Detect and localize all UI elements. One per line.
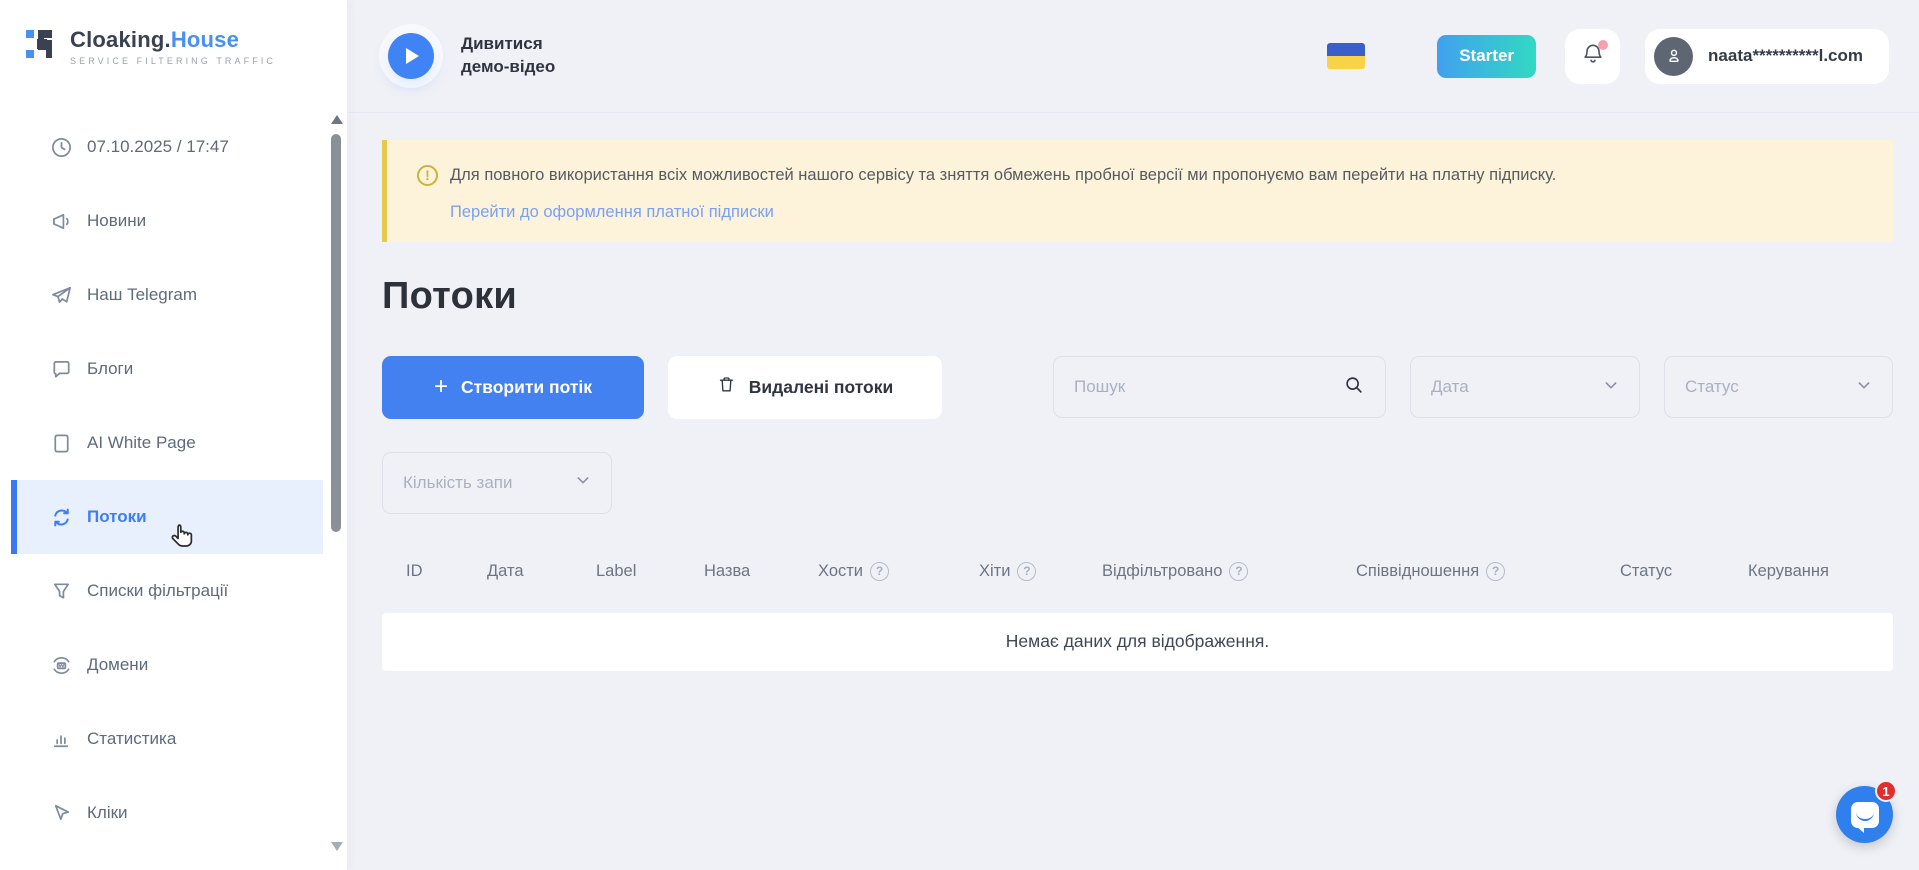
sidebar-item-filter-lists[interactable]: Списки фільтрації — [11, 554, 323, 628]
plan-starter-button[interactable]: Starter — [1437, 35, 1536, 78]
language-flag-ukraine[interactable] — [1327, 43, 1365, 69]
play-icon — [406, 48, 419, 64]
trash-icon — [717, 374, 736, 400]
actions-row: + Створити потік Видалені потоки — [382, 356, 1893, 419]
scrollbar-thumb[interactable] — [331, 134, 341, 532]
column-filtered: Відфільтровано? — [1102, 562, 1248, 581]
chevron-down-icon — [575, 472, 591, 493]
per-page-select[interactable]: Кількість запи — [382, 452, 612, 514]
user-account-button[interactable]: naata**********l.com — [1645, 29, 1889, 84]
scroll-up-arrow-icon[interactable] — [331, 115, 343, 124]
main-area: Дивитися демо-відео Starter — [348, 0, 1919, 870]
domain-icon — [49, 653, 73, 677]
logo-title: Cloaking.House — [70, 27, 276, 53]
content: ! Для повного використання всіх можливос… — [348, 113, 1919, 671]
streams-sync-icon — [49, 505, 73, 529]
column-hosts: Хости? — [818, 562, 889, 581]
search-field[interactable] — [1053, 356, 1386, 418]
plus-icon: + — [434, 375, 448, 399]
help-icon[interactable]: ? — [1017, 562, 1036, 581]
sidebar-item-streams[interactable]: Потоки — [11, 480, 323, 554]
column-actions: Керування — [1748, 562, 1829, 581]
column-id: ID — [406, 562, 423, 581]
banner-text: Для повного використання всіх можливосте… — [450, 163, 1556, 189]
notifications-button[interactable] — [1565, 29, 1620, 84]
page-icon — [49, 431, 73, 455]
search-input[interactable] — [1074, 377, 1343, 397]
sidebar: Cloaking.House SERVICE FILTERING TRAFFIC… — [0, 0, 348, 870]
logo[interactable]: Cloaking.House SERVICE FILTERING TRAFFIC — [0, 0, 347, 67]
column-name: Назва — [704, 562, 750, 581]
chat-widget-button[interactable]: 1 — [1836, 786, 1893, 843]
trial-warning-banner: ! Для повного використання всіх можливос… — [382, 140, 1893, 242]
create-stream-button[interactable]: + Створити потік — [382, 356, 644, 419]
sidebar-item-ai-white-page[interactable]: AI White Page — [11, 406, 323, 480]
logo-icon — [24, 26, 60, 67]
cursor-icon — [49, 801, 73, 825]
streams-table-header: ID Дата Label Назва Хости? Хіти? Відфіль… — [382, 548, 1893, 597]
sidebar-scrollbar[interactable] — [330, 112, 342, 870]
chevron-down-icon — [1856, 377, 1872, 398]
bar-chart-icon — [49, 727, 73, 751]
demo-video-label[interactable]: Дивитися демо-відео — [461, 33, 555, 79]
sidebar-item-news[interactable]: Новини — [11, 184, 323, 258]
column-ratio: Співвідношення? — [1356, 562, 1505, 581]
help-icon[interactable]: ? — [1486, 562, 1505, 581]
scroll-down-arrow-icon[interactable] — [331, 842, 343, 851]
logo-tagline: SERVICE FILTERING TRAFFIC — [70, 56, 276, 66]
upgrade-subscription-link[interactable]: Перейти до оформлення платної підписки — [450, 203, 774, 222]
page-title: Потоки — [382, 275, 1893, 318]
clock-icon — [49, 135, 73, 159]
column-label: Label — [596, 562, 636, 581]
chat-bubble-icon — [1851, 802, 1879, 828]
telegram-icon — [49, 283, 73, 307]
sidebar-item-statistics[interactable]: Статистика — [11, 702, 323, 776]
date-filter-select[interactable]: Дата — [1410, 356, 1640, 418]
sidebar-item-clicks[interactable]: Кліки — [11, 776, 323, 850]
sidebar-item-date[interactable]: 07.10.2025 / 17:47 — [11, 110, 323, 184]
help-icon[interactable]: ? — [1229, 562, 1248, 581]
topbar: Дивитися демо-відео Starter — [348, 0, 1919, 113]
sidebar-item-telegram[interactable]: Наш Telegram — [11, 258, 323, 332]
user-email: naata**********l.com — [1708, 46, 1863, 66]
search-icon — [1343, 374, 1365, 401]
status-filter-select[interactable]: Статус — [1664, 356, 1893, 418]
funnel-icon — [49, 579, 73, 603]
sidebar-item-domains[interactable]: Домени — [11, 628, 323, 702]
per-page-row: Кількість запи — [382, 452, 1893, 514]
avatar — [1654, 37, 1693, 76]
warning-icon: ! — [417, 165, 438, 186]
column-hits: Хіти? — [979, 562, 1036, 581]
megaphone-icon — [49, 209, 73, 233]
notification-dot — [1598, 40, 1608, 50]
chevron-down-icon — [1603, 377, 1619, 398]
chat-bubble-icon — [49, 357, 73, 381]
deleted-streams-button[interactable]: Видалені потоки — [668, 356, 942, 419]
demo-video-play-button[interactable] — [388, 33, 434, 79]
column-status: Статус — [1620, 562, 1672, 581]
help-icon[interactable]: ? — [870, 562, 889, 581]
app-root: Cloaking.House SERVICE FILTERING TRAFFIC… — [0, 0, 1919, 870]
sidebar-nav: 07.10.2025 / 17:47 Новини Наш Telegram Б… — [0, 110, 347, 850]
column-date: Дата — [487, 562, 524, 581]
table-empty-state: Немає даних для відображення. — [382, 613, 1893, 671]
sidebar-item-blogs[interactable]: Блоги — [11, 332, 323, 406]
chat-unread-badge: 1 — [1875, 780, 1897, 802]
